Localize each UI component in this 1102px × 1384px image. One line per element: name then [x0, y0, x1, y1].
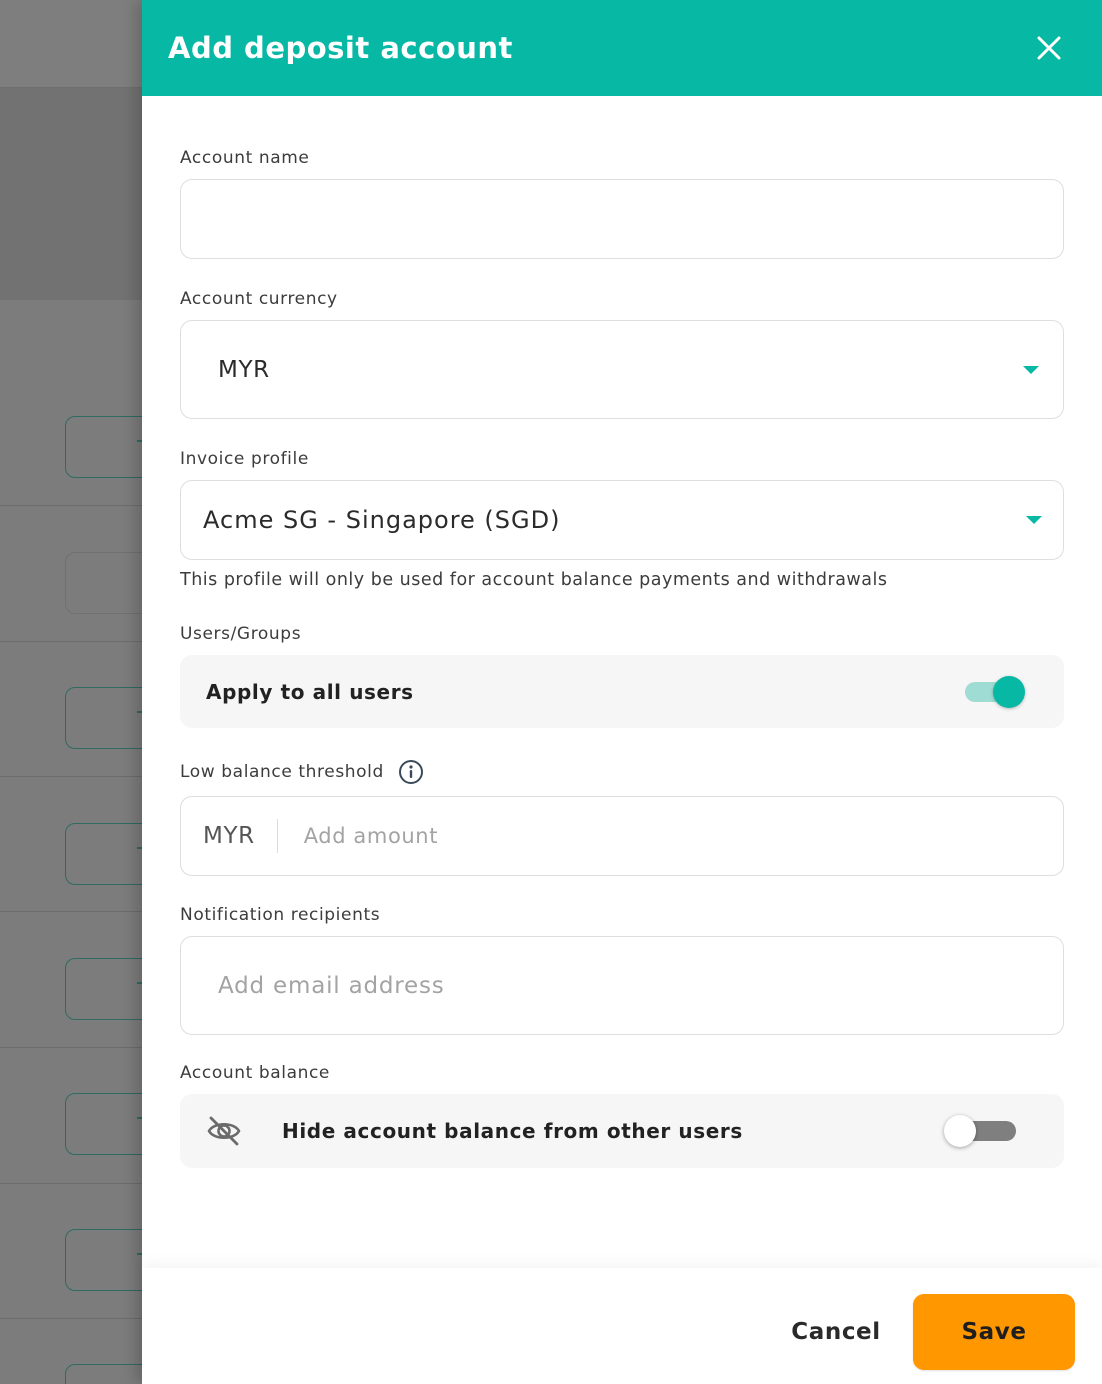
- account-currency-select[interactable]: MYR: [180, 320, 1064, 419]
- low-balance-threshold-box: MYR: [180, 796, 1064, 876]
- drawer-footer: Cancel Save: [142, 1268, 1102, 1384]
- add-deposit-account-drawer: Add deposit account Account name Account…: [142, 0, 1102, 1384]
- users-groups-label: Users/Groups: [180, 624, 302, 644]
- hide-balance-left: Hide account balance from other users: [206, 1113, 743, 1149]
- low-balance-threshold-label: Low balance threshold: [180, 762, 384, 782]
- account-name-box: [180, 179, 1064, 259]
- notification-recipients-field-group: Notification recipients: [180, 905, 1064, 1035]
- low-balance-threshold-label-row: Low balance threshold: [180, 759, 1064, 785]
- account-currency-field-group: Account currency MYR: [180, 289, 1064, 419]
- save-button[interactable]: Save: [913, 1294, 1075, 1370]
- apply-to-all-users-label: Apply to all users: [206, 679, 414, 704]
- chevron-down-icon: [1026, 516, 1042, 524]
- account-currency-value: MYR: [218, 356, 270, 383]
- account-name-label: Account name: [180, 148, 310, 168]
- invoice-profile-helper: This profile will only be used for accou…: [180, 570, 888, 590]
- apply-to-all-users-card: Apply to all users: [180, 655, 1064, 728]
- background-header: [0, 0, 142, 88]
- account-balance-label: Account balance: [180, 1063, 330, 1083]
- close-icon: [1037, 36, 1061, 60]
- close-button[interactable]: [1032, 31, 1066, 65]
- account-balance-field-group: Account balance Hide account balance fro…: [180, 1063, 1064, 1168]
- hide-balance-toggle[interactable]: [944, 1114, 1020, 1148]
- account-name-input[interactable]: [181, 180, 1063, 258]
- cancel-button[interactable]: Cancel: [769, 1294, 903, 1370]
- toggle-thumb: [944, 1115, 976, 1147]
- email-address-input[interactable]: [218, 972, 1018, 999]
- invoice-profile-select[interactable]: Acme SG - Singapore (SGD): [180, 480, 1064, 560]
- drawer-header: Add deposit account: [142, 0, 1102, 96]
- invoice-profile-value: Acme SG - Singapore (SGD): [203, 506, 561, 534]
- background-banner: [0, 88, 142, 300]
- notification-recipients-label: Notification recipients: [180, 905, 381, 925]
- eye-off-icon: [206, 1113, 242, 1149]
- drawer-title: Add deposit account: [168, 31, 513, 65]
- hide-balance-label: Hide account balance from other users: [282, 1119, 743, 1143]
- deposit-account-form: Account name Account currency MYR Invoic…: [142, 96, 1102, 1168]
- hide-balance-card: Hide account balance from other users: [180, 1094, 1064, 1168]
- chevron-down-icon: [1023, 365, 1039, 374]
- invoice-profile-field-group: Invoice profile Acme SG - Singapore (SGD…: [180, 449, 1064, 590]
- toggle-thumb: [993, 675, 1025, 708]
- apply-to-all-users-toggle[interactable]: [965, 675, 1025, 709]
- account-currency-label: Account currency: [180, 289, 338, 309]
- threshold-currency-prefix: MYR: [203, 819, 278, 853]
- low-balance-threshold-field-group: Low balance threshold MYR: [180, 759, 1064, 876]
- info-icon[interactable]: [398, 759, 424, 785]
- users-groups-field-group: Users/Groups Apply to all users: [180, 624, 1064, 728]
- notification-recipients-box: [180, 936, 1064, 1035]
- account-name-field-group: Account name: [180, 148, 1064, 259]
- invoice-profile-label: Invoice profile: [180, 449, 309, 469]
- threshold-amount-input[interactable]: [303, 824, 904, 848]
